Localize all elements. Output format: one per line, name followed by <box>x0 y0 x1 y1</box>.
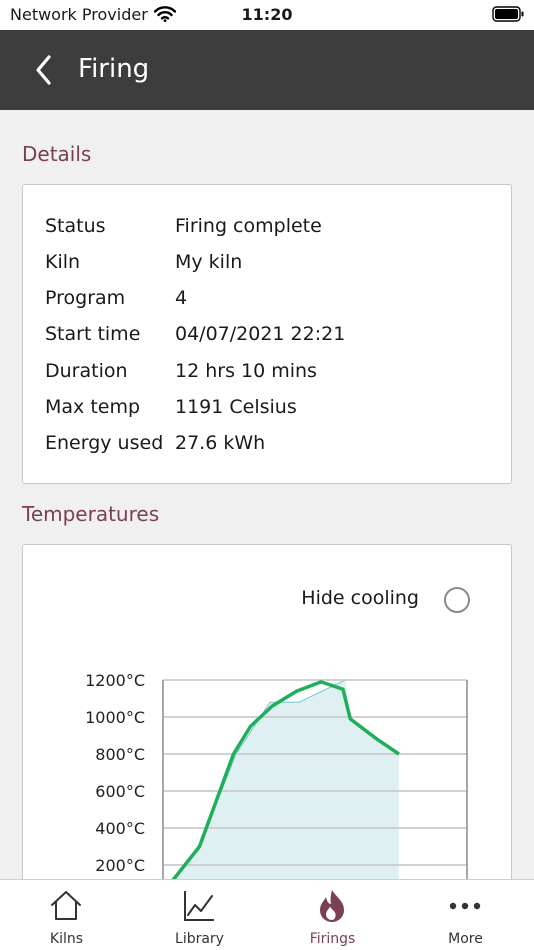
navigation-bar: Firing <box>0 30 534 110</box>
tab-label: More <box>448 931 483 947</box>
detail-value: 4 <box>175 287 188 309</box>
flame-icon <box>320 890 344 922</box>
tab-firings[interactable]: Firings <box>266 880 399 950</box>
temperatures-section-title: Temperatures <box>22 502 160 526</box>
chart-y-tick-label: 800°C <box>95 745 145 764</box>
tab-kilns[interactable]: Kilns <box>0 880 133 950</box>
detail-label: Max temp <box>45 396 141 418</box>
detail-label: Start time <box>45 323 141 345</box>
detail-value: 12 hrs 10 mins <box>175 360 317 382</box>
chart-y-tick-label: 400°C <box>95 819 145 838</box>
more-dots-icon <box>449 902 481 910</box>
details-card: Status Firing complete Kiln My kiln Prog… <box>22 184 512 484</box>
detail-value: 1191 Celsius <box>175 396 297 418</box>
tab-bar: Kilns Library Firings More <box>0 879 534 950</box>
detail-value: 04/07/2021 22:21 <box>175 323 346 345</box>
battery-icon <box>492 6 524 26</box>
details-section-title: Details <box>22 142 92 166</box>
chart-y-tick-label: 200°C <box>95 856 145 875</box>
tab-label: Library <box>175 931 224 947</box>
tab-label: Kilns <box>49 931 84 947</box>
status-bar: Network Provider 11:20 <box>0 0 534 30</box>
temperatures-card: Hide cooling 200°C 400°C 600°C 800°C 1000°C 1… <box>22 544 512 925</box>
detail-label: Program <box>45 287 126 309</box>
page-title: Firing <box>78 54 150 84</box>
temperature-chart: 200°C 400°C 600°C 800°C 1000°C 1200°C <box>85 671 468 925</box>
line-chart-icon <box>184 891 214 921</box>
detail-value: Firing complete <box>175 215 322 237</box>
chart-y-tick-label: 1000°C <box>85 708 145 727</box>
tab-label: Firings <box>309 931 356 947</box>
chevron-left-icon <box>36 55 51 85</box>
tab-library[interactable]: Library <box>133 880 266 950</box>
detail-label: Kiln <box>45 251 81 273</box>
detail-value: My kiln <box>175 251 243 273</box>
home-icon <box>51 891 81 920</box>
detail-value: 27.6 kWh <box>175 432 266 454</box>
detail-label: Duration <box>45 360 128 382</box>
back-button[interactable] <box>30 52 60 88</box>
clock: 11:20 <box>241 5 293 24</box>
detail-label: Status <box>45 215 106 237</box>
chart-y-tick-label: 1200°C <box>85 671 145 690</box>
chart-y-tick-label: 600°C <box>95 782 145 801</box>
tab-more[interactable]: More <box>399 880 532 950</box>
detail-label: Energy used <box>45 432 164 454</box>
